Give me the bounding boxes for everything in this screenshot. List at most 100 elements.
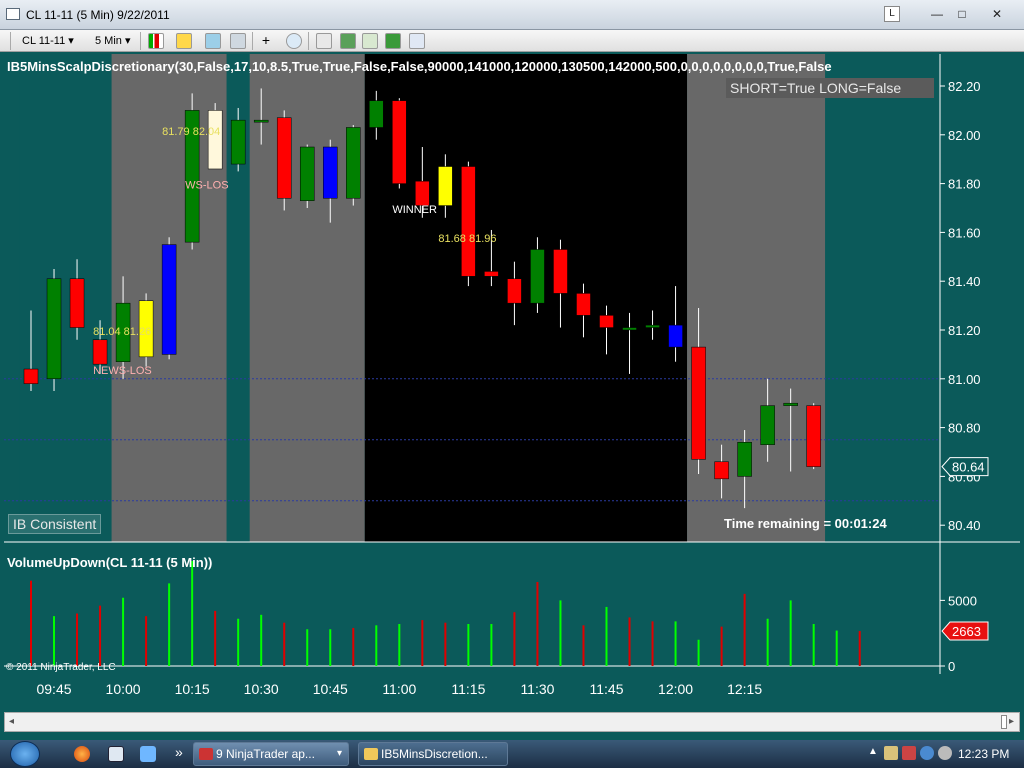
- trade-label: WS-LOS: [185, 179, 228, 191]
- candle-body: [276, 117, 292, 199]
- time-tick-label: 10:00: [106, 681, 141, 697]
- explorer-icon[interactable]: [140, 746, 156, 762]
- chevron-down-icon: ▾: [124, 35, 131, 47]
- interval-selector[interactable]: 5 Min ▾: [95, 33, 131, 49]
- properties-icon[interactable]: [316, 33, 332, 49]
- candle-body: [230, 119, 246, 165]
- candle-body: [507, 278, 522, 304]
- close-button[interactable]: ✕: [986, 6, 1008, 22]
- minimize-button[interactable]: —: [926, 6, 948, 22]
- dollar-icon[interactable]: [385, 33, 401, 49]
- ninjatrader-icon: [199, 748, 213, 760]
- show-desktop-icon[interactable]: [108, 746, 124, 762]
- hide-drawings-icon[interactable]: [230, 33, 246, 49]
- toolbar-separator: [308, 32, 309, 50]
- time-tick-label: 11:00: [382, 681, 416, 697]
- price-tick-label: 82.20: [948, 79, 981, 94]
- toolbar-separator: [140, 32, 141, 50]
- horizontal-scrollbar[interactable]: ◂ ▸: [4, 712, 1020, 732]
- price-tick-label: 81.60: [948, 225, 981, 240]
- time-remaining: Time remaining = 00:01:24: [724, 516, 887, 531]
- candle-body: [691, 346, 706, 460]
- time-tick-label: 11:30: [520, 681, 554, 697]
- indicators-icon[interactable]: [340, 33, 356, 49]
- volume-panel-title: VolumeUpDown(CL 11-11 (5 Min)): [7, 555, 213, 570]
- start-button[interactable]: [10, 741, 40, 767]
- candle-body: [392, 100, 407, 184]
- candle-body: [161, 244, 177, 355]
- session-band: [19, 54, 112, 542]
- tray-app-icon[interactable]: [884, 746, 898, 760]
- strategies-icon[interactable]: [362, 33, 378, 49]
- candle-body: [645, 324, 660, 328]
- shield-icon[interactable]: [902, 746, 916, 760]
- firefox-icon[interactable]: [74, 746, 90, 762]
- toolbar-separator: [252, 32, 253, 50]
- scrollbar-thumb[interactable]: [1001, 715, 1007, 729]
- volume-icon[interactable]: [938, 746, 952, 760]
- candle-body: [69, 278, 85, 328]
- taskbar-task-ninjatrader[interactable]: 9 NinjaTrader ap... ▾: [193, 742, 349, 766]
- candle-body: [461, 166, 476, 277]
- task-label: IB5MinsDiscretion...: [381, 747, 488, 761]
- link-button[interactable]: L: [884, 6, 900, 22]
- zoom-icon[interactable]: [286, 33, 302, 49]
- candle-body: [46, 278, 62, 380]
- candle-body: [415, 180, 430, 206]
- volume-tick-label: 5000: [948, 593, 977, 608]
- candle-body: [484, 271, 499, 277]
- task-label: 9 NinjaTrader ap...: [216, 747, 315, 761]
- last-volume-label: 2663: [952, 624, 981, 639]
- instrument-label: CL 11-11: [22, 35, 66, 47]
- time-tick-label: 11:15: [451, 681, 485, 697]
- last-price-label: 80.64: [952, 460, 985, 475]
- scroll-right-icon[interactable]: ▸: [1009, 716, 1014, 727]
- session-band: [687, 54, 826, 542]
- trade-label: 81.68 81.96: [438, 233, 496, 245]
- price-tick-label: 81.20: [948, 323, 981, 338]
- price-tick-label: 81.00: [948, 372, 981, 387]
- instrument-selector[interactable]: CL 11-11 ▾: [22, 33, 74, 49]
- time-tick-label: 10:45: [313, 681, 348, 697]
- chart-toolbar: CL 11-11 ▾ 5 Min ▾ +: [0, 30, 1024, 52]
- chart-area[interactable]: 81.04 81.26 NEWS-LOS 81.79 82.04 WS-LOS WINN…: [4, 54, 1020, 710]
- price-tick-label: 81.80: [948, 177, 981, 192]
- candle-body: [346, 127, 361, 199]
- taskbar-task-folder[interactable]: IB5MinsDiscretion...: [358, 742, 508, 766]
- chart-style-icon[interactable]: [148, 33, 164, 49]
- candle-body: [576, 293, 591, 316]
- trade-label: WINNER: [392, 204, 437, 216]
- price-tick-label: 81.40: [948, 274, 981, 289]
- taskbar: » 9 NinjaTrader ap... ▾ IB5MinsDiscretio…: [0, 740, 1024, 768]
- drawing-pencil-icon[interactable]: [176, 33, 192, 49]
- maximize-button[interactable]: □: [951, 6, 973, 22]
- candle-body: [438, 166, 453, 206]
- chart-window-icon: [6, 8, 20, 20]
- candle-body: [622, 327, 637, 331]
- time-tick-label: 09:45: [36, 681, 71, 697]
- drawing-tools-icon[interactable]: [205, 33, 221, 49]
- scroll-left-icon[interactable]: ◂: [9, 716, 14, 727]
- taskbar-clock: 12:23 PM: [958, 747, 1010, 761]
- quicklaunch-chevron[interactable]: »: [175, 744, 183, 760]
- trade-label: NEWS-LOS: [93, 365, 152, 377]
- trade-label: 81.04 81.26: [93, 326, 151, 338]
- candle-body: [806, 405, 821, 467]
- toolbar-separator: [10, 32, 11, 50]
- chevron-down-icon: ▾: [68, 35, 74, 47]
- copyright-text: © 2011 NinjaTrader, LLC: [6, 662, 116, 673]
- candle-body: [23, 368, 39, 384]
- network-icon[interactable]: [920, 746, 934, 760]
- title-bar[interactable]: CL 11-11 (5 Min) 9/22/2011 L — □ ✕: [0, 0, 1024, 30]
- session-band: [825, 54, 941, 542]
- folder-icon: [364, 748, 378, 760]
- trade-label: 81.79 82.04: [162, 126, 220, 138]
- price-tick-label: 80.40: [948, 518, 981, 533]
- data-box-icon[interactable]: [409, 33, 425, 49]
- candle-body: [553, 249, 568, 294]
- crosshair-icon[interactable]: +: [258, 33, 274, 49]
- candle-body: [668, 324, 683, 348]
- chart-canvas[interactable]: 81.04 81.26 NEWS-LOS 81.79 82.04 WS-LOS WINN…: [4, 54, 1020, 710]
- show-hidden-icons[interactable]: ▲: [868, 746, 878, 757]
- price-tick-label: 82.00: [948, 128, 981, 143]
